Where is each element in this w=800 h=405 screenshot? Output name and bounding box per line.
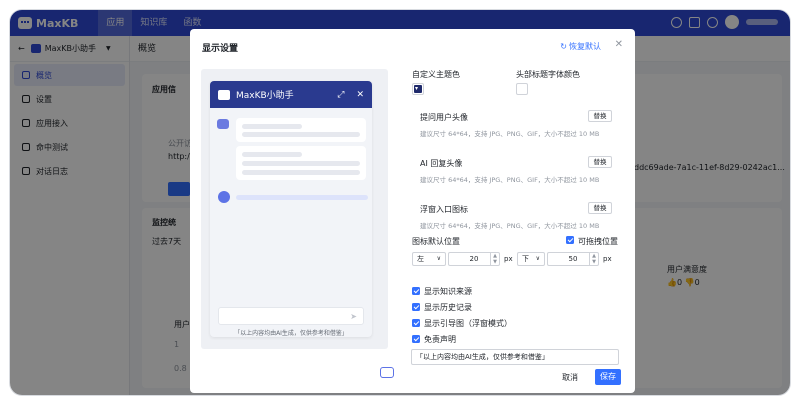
display-settings-dialog: 显示设置 ↻ 恢复默认 ✕ MaxKB小助手 ⤢ ✕ ➤ 「以上内容均由AI生成… [190, 29, 635, 393]
question-avatar-label: 提问用户头像 [420, 113, 468, 122]
save-button[interactable]: 保存 [595, 369, 621, 385]
user-message-placeholder [236, 195, 368, 200]
show-source-checkbox[interactable] [412, 287, 420, 295]
draggable-label: 可拖拽位置 [578, 237, 618, 246]
theme-color-picker[interactable]: ▾ [412, 83, 424, 95]
position-y-value: 50 [568, 255, 578, 263]
unit-px: px [504, 255, 513, 263]
send-icon[interactable]: ➤ [350, 312, 357, 321]
position-y-input[interactable]: 50 ▲ ▼ [547, 252, 599, 266]
show-guide-label: 显示引导图（浮窗模式） [424, 319, 512, 328]
reset-default-button[interactable]: ↻ 恢复默认 [560, 41, 601, 52]
direction-value: 下 [522, 255, 529, 263]
header-font-color-label: 头部标题字体颜色 [516, 70, 580, 79]
text-placeholder [242, 170, 360, 175]
chevron-down-icon: ∨ [535, 255, 540, 262]
header-font-color-swatch [518, 85, 526, 93]
position-y-direction-select[interactable]: 下 ∨ [517, 252, 545, 266]
chevron-down-icon: ∨ [436, 255, 441, 262]
text-placeholder [242, 161, 360, 166]
custom-theme-label: 自定义主题色 [412, 70, 460, 79]
upload-hint: 建议尺寸 64*64，支持 JPG、PNG、GIF，大小不超过 10 MB [420, 176, 600, 184]
app-window: MaxKB 应用 知识库 函数 ← MaxKB小助手 ▼ 概览 设置 应用接入 … [10, 10, 790, 395]
cancel-button[interactable]: 取消 [562, 372, 578, 383]
disclaimer-input[interactable]: 「以上内容均由AI生成，仅供参考和借鉴」 [411, 349, 619, 365]
ai-message-bubble [236, 118, 366, 142]
show-guide-checkbox[interactable] [412, 319, 420, 327]
icon-position-label: 图标默认位置 [412, 237, 460, 246]
replace-float-icon-button[interactable]: 替换 [588, 202, 612, 214]
dialog-title: 显示设置 [202, 44, 239, 54]
header-font-color-picker[interactable] [516, 83, 528, 95]
disclaimer-checkbox[interactable] [412, 335, 420, 343]
unit-px: px [603, 255, 612, 263]
number-stepper[interactable]: ▲ ▼ [589, 253, 598, 265]
upload-hint: 建议尺寸 64*64，支持 JPG、PNG、GIF，大小不超过 10 MB [420, 130, 600, 138]
expand-icon[interactable]: ⤢ [337, 90, 344, 100]
upload-hint: 建议尺寸 64*64，支持 JPG、PNG、GIF，大小不超过 10 MB [420, 222, 600, 230]
text-placeholder [242, 132, 360, 137]
chat-input[interactable]: ➤ [218, 307, 364, 325]
close-icon[interactable]: ✕ [356, 90, 364, 100]
show-history-checkbox[interactable] [412, 303, 420, 311]
chat-preview-panel: MaxKB小助手 ⤢ ✕ ➤ 「以上内容均由AI生成，仅供参考和借鉴」 [201, 69, 394, 378]
replace-question-avatar-button[interactable]: 替换 [588, 110, 612, 122]
position-x-value: 20 [469, 255, 479, 263]
chat-header: MaxKB小助手 ⤢ ✕ [210, 81, 372, 108]
ai-avatar-icon [217, 119, 229, 129]
chat-title: MaxKB小助手 [236, 91, 294, 101]
number-stepper[interactable]: ▲ ▼ [490, 253, 499, 265]
disclaimer-label: 免责声明 [424, 335, 456, 344]
position-x-direction-select[interactable]: 左 ∨ [412, 252, 446, 266]
chat-window-preview: MaxKB小助手 ⤢ ✕ ➤ 「以上内容均由AI生成，仅供参考和借鉴」 [210, 81, 372, 337]
text-placeholder [242, 124, 302, 129]
draggable-checkbox[interactable] [566, 236, 574, 244]
ai-avatar-label: AI 回复头像 [420, 159, 463, 168]
reset-label: 恢复默认 [569, 42, 601, 51]
ai-message-bubble [236, 146, 366, 180]
float-icon-label: 浮窗入口图标 [420, 205, 468, 214]
close-icon[interactable]: ✕ [615, 39, 623, 50]
position-x-input[interactable]: 20 ▲ ▼ [448, 252, 500, 266]
float-entry-icon [380, 367, 394, 378]
show-source-label: 显示知识来源 [424, 287, 472, 296]
chat-logo-icon [218, 89, 230, 100]
direction-value: 左 [417, 255, 424, 263]
show-history-label: 显示历史记录 [424, 303, 472, 312]
disclaimer-preview: 「以上内容均由AI生成，仅供参考和借鉴」 [234, 330, 348, 337]
text-placeholder [242, 152, 302, 157]
refresh-icon: ↻ [560, 42, 567, 51]
replace-ai-avatar-button[interactable]: 替换 [588, 156, 612, 168]
user-avatar-icon [218, 191, 230, 203]
chevron-down-icon: ▾ [415, 85, 419, 92]
